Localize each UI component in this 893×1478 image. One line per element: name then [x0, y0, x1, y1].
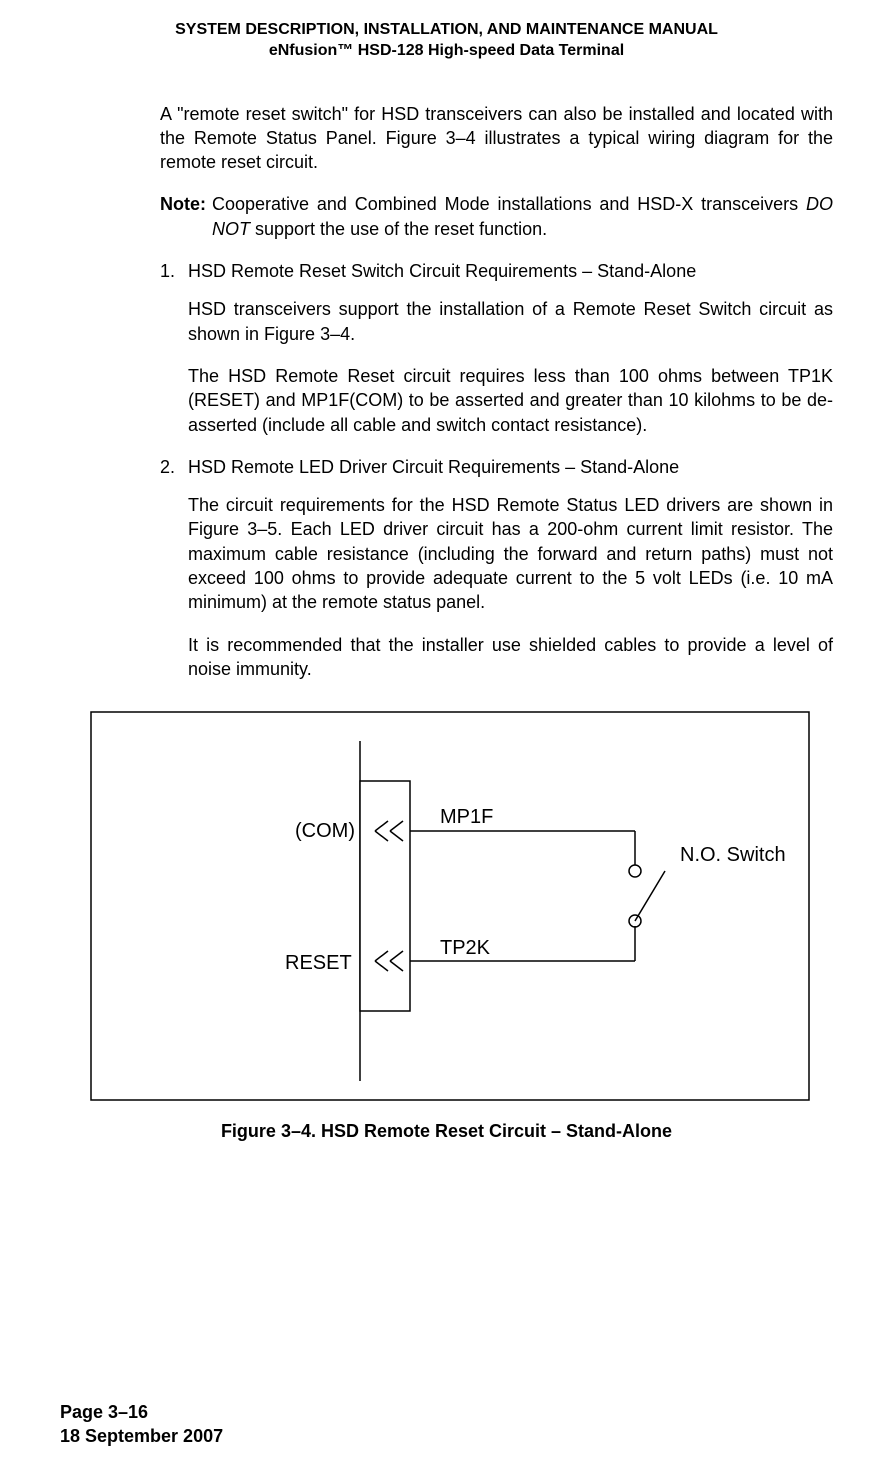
page-footer: Page 3–16 18 September 2007: [60, 1401, 223, 1448]
intro-paragraph: A "remote reset switch" for HSD transcei…: [160, 102, 833, 175]
header-line2: eNfusion™ HSD-128 High-speed Data Termin…: [60, 41, 833, 62]
label-mp1f: MP1F: [440, 806, 493, 828]
item2-body: The circuit requirements for the HSD Rem…: [188, 493, 833, 681]
item2-title: HSD Remote LED Driver Circuit Requiremen…: [188, 455, 679, 479]
footer-page: Page 3–16: [60, 1401, 223, 1424]
item1-number: 1.: [160, 259, 188, 283]
note-before: Cooperative and Combined Mode installati…: [212, 194, 806, 214]
list-item-1: 1. HSD Remote Reset Switch Circuit Requi…: [160, 259, 833, 283]
item2-number: 2.: [160, 455, 188, 479]
content-body: A "remote reset switch" for HSD transcei…: [160, 102, 833, 682]
footer-date: 18 September 2007: [60, 1425, 223, 1448]
note-after: support the use of the reset function.: [250, 219, 547, 239]
item1-title: HSD Remote Reset Switch Circuit Requirem…: [188, 259, 696, 283]
item1-body: HSD transceivers support the installatio…: [188, 297, 833, 436]
note-label: Note:: [160, 192, 206, 241]
item1-p2: The HSD Remote Reset circuit requires le…: [188, 364, 833, 437]
note-block: Note: Cooperative and Combined Mode inst…: [160, 192, 833, 241]
item2-p1: The circuit requirements for the HSD Rem…: [188, 493, 833, 614]
note-text: Cooperative and Combined Mode installati…: [212, 192, 833, 241]
label-reset: RESET: [285, 952, 352, 974]
header-line1: SYSTEM DESCRIPTION, INSTALLATION, AND MA…: [60, 20, 833, 41]
label-tp2k: TP2K: [440, 937, 491, 959]
item2-p2: It is recommended that the installer use…: [188, 633, 833, 682]
list-item-2: 2. HSD Remote LED Driver Circuit Require…: [160, 455, 833, 479]
doc-header: SYSTEM DESCRIPTION, INSTALLATION, AND MA…: [60, 20, 833, 62]
wiring-diagram: (COM) RESET MP1F TP2K N.O. Switch: [90, 711, 810, 1101]
label-switch: N.O. Switch: [680, 844, 786, 866]
label-com: (COM): [295, 820, 355, 842]
item1-p1: HSD transceivers support the installatio…: [188, 297, 833, 346]
figure-block: (COM) RESET MP1F TP2K N.O. Switch Figure…: [90, 711, 803, 1142]
figure-caption: Figure 3–4. HSD Remote Reset Circuit – S…: [90, 1121, 803, 1142]
